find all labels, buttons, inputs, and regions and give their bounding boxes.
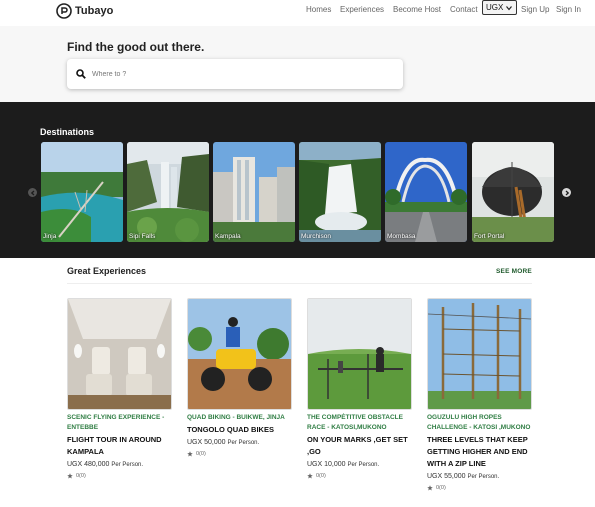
- experience-card[interactable]: QUAD BIKING - BUIKWE, JINJA TONGOLO QUAD…: [187, 298, 292, 459]
- sign-up-link[interactable]: Sign Up: [521, 5, 549, 14]
- experience-rating: 0(0): [67, 471, 172, 481]
- experience-image: [187, 298, 292, 410]
- nav-link-become-host[interactable]: Become Host: [393, 5, 441, 14]
- star-icon: [427, 485, 433, 491]
- experience-image-obstacle: [308, 299, 411, 409]
- experience-price: UGX 55,000 Per Person.: [427, 471, 532, 483]
- experience-title: TONGOLO QUAD BIKES: [187, 425, 274, 434]
- rating-value: 0(0): [436, 485, 446, 491]
- experience-rating: 0(0): [307, 471, 412, 481]
- experience-category: SCENIC FLYING EXPERIENCE - ENTEBBE: [67, 414, 165, 431]
- experience-price: UGX 10,000 Per Person.: [307, 459, 412, 471]
- experience-card[interactable]: SCENIC FLYING EXPERIENCE - ENTEBBE FLIGH…: [67, 298, 172, 481]
- price-unit: Per Person.: [467, 474, 500, 480]
- brand-logo[interactable]: Tubayo: [56, 3, 113, 19]
- search-icon: [76, 69, 86, 79]
- experiences-heading: Great Experiences: [67, 266, 147, 276]
- star-icon: [187, 451, 193, 457]
- price-value: UGX 480,000: [67, 461, 110, 468]
- brand-name: Tubayo: [75, 5, 114, 17]
- star-icon: [307, 473, 313, 479]
- destination-label: Kampala: [215, 233, 241, 240]
- experience-image-high-ropes: [428, 299, 531, 409]
- hero-section: Find the good out there.: [0, 26, 595, 102]
- currency-value: UGX: [486, 3, 504, 12]
- destination-image-murchison: [299, 142, 381, 242]
- destination-label: Fort Portal: [474, 233, 505, 240]
- search-box[interactable]: [67, 59, 403, 89]
- destinations-section: Destinations Jinja Sipi Falls Kampala Mu…: [0, 102, 595, 258]
- experience-title: FLIGHT TOUR IN AROUND KAMPALA: [67, 435, 162, 456]
- experience-rating: 0(0): [187, 449, 292, 459]
- see-more-link[interactable]: SEE MORE: [496, 268, 532, 275]
- search-input[interactable]: [92, 66, 392, 82]
- nav-link-contact[interactable]: Contact: [450, 5, 478, 14]
- carousel-prev-button[interactable]: [28, 188, 37, 197]
- price-value: UGX 50,000: [187, 439, 226, 446]
- experience-card[interactable]: OGUZULU HIGH ROPES CHALLENGE - KATOSI ,M…: [427, 298, 532, 493]
- experience-price: UGX 50,000 Per Person.: [187, 437, 292, 449]
- experience-price: UGX 480,000 Per Person.: [67, 459, 172, 471]
- price-value: UGX 55,000: [427, 473, 466, 480]
- experience-image-quad: [188, 299, 291, 409]
- experience-card[interactable]: THE COMPĖTITIVE OBSTACLE RACE - KATOSI,M…: [307, 298, 412, 481]
- destinations-heading: Destinations: [40, 127, 95, 137]
- experience-category: OGUZULU HIGH ROPES CHALLENGE - KATOSI ,M…: [427, 414, 531, 431]
- destination-label: Murchison: [301, 233, 331, 240]
- chevron-down-icon: [506, 6, 512, 11]
- logo-icon: [56, 3, 72, 19]
- hero-title: Find the good out there.: [67, 40, 205, 54]
- price-unit: Per Person.: [227, 440, 260, 446]
- experience-image-flight: [68, 299, 171, 409]
- rating-value: 0(0): [76, 473, 86, 479]
- destination-image-fort-portal: [472, 142, 554, 242]
- rating-value: 0(0): [316, 473, 326, 479]
- destination-card-kampala[interactable]: Kampala: [213, 142, 295, 242]
- destination-image-jinja: [41, 142, 123, 242]
- price-unit: Per Person.: [111, 462, 144, 468]
- destination-label: Jinja: [43, 233, 57, 240]
- destination-label: Mombasa: [387, 233, 416, 240]
- experience-category: QUAD BIKING - BUIKWE, JINJA: [187, 414, 285, 421]
- experience-image: [307, 298, 412, 410]
- currency-select[interactable]: UGX: [482, 0, 517, 15]
- nav-link-experiences[interactable]: Experiences: [340, 5, 384, 14]
- nav-link-homes[interactable]: Homes: [306, 5, 331, 14]
- sign-in-link[interactable]: Sign In: [556, 5, 581, 14]
- destination-card-jinja[interactable]: Jinja: [41, 142, 123, 242]
- chevron-right-icon: [565, 190, 569, 195]
- experience-title: ON YOUR MARKS ,GET SET ,GO: [307, 435, 408, 456]
- destination-card-sipi-falls[interactable]: Sipi Falls: [127, 142, 209, 242]
- price-unit: Per Person.: [347, 462, 380, 468]
- carousel-next-button[interactable]: [562, 188, 571, 197]
- rating-value: 0(0): [196, 451, 206, 457]
- destination-image-kampala: [213, 142, 295, 242]
- destination-card-mombasa[interactable]: Mombasa: [385, 142, 467, 242]
- chevron-left-icon: [30, 190, 34, 195]
- destination-card-fort-portal[interactable]: Fort Portal: [472, 142, 554, 242]
- experience-category: THE COMPĖTITIVE OBSTACLE RACE - KATOSI,M…: [307, 414, 403, 431]
- star-icon: [67, 473, 73, 479]
- navbar: Tubayo Homes Experiences Become Host Con…: [0, 0, 595, 26]
- experience-rating: 0(0): [427, 483, 532, 493]
- destination-image-mombasa: [385, 142, 467, 242]
- destination-label: Sipi Falls: [129, 233, 156, 240]
- experience-image: [427, 298, 532, 410]
- price-value: UGX 10,000: [307, 461, 346, 468]
- divider: [67, 283, 532, 284]
- destination-card-murchison[interactable]: Murchison: [299, 142, 381, 242]
- experience-title: THREE LEVELS THAT KEEP GETTING HIGHER AN…: [427, 435, 528, 468]
- experience-image: [67, 298, 172, 410]
- destination-image-sipi-falls: [127, 142, 209, 242]
